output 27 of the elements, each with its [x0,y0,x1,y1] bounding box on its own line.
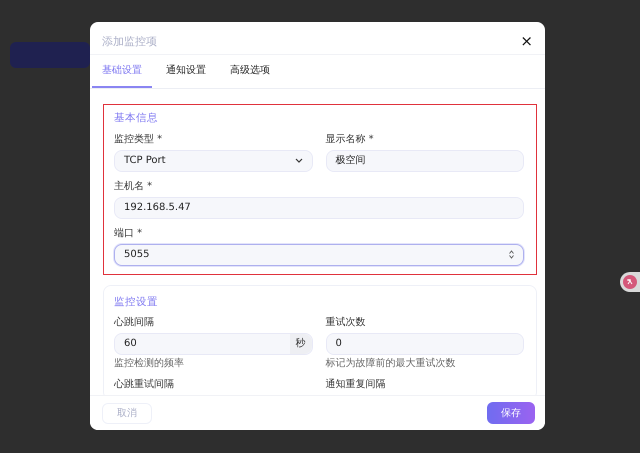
input-field[interactable]: 192.168.5.47 [114,196,524,219]
section-title: 基本信息 [114,112,159,125]
field-label: 主机名 * [114,180,152,193]
chevron-down-icon [294,158,302,164]
tab[interactable]: 高级选项 [220,55,280,88]
field-label: 重试次数 [326,317,366,330]
input-field[interactable]: 极空间 [326,150,524,172]
hint-text: 监控检测的频率 [114,358,184,370]
number-field[interactable]: 5055 [114,244,524,266]
input-field[interactable]: 60 秒 [114,333,312,356]
section-title: 监控设置 [114,296,159,308]
field-label: 显示名称 * [326,134,374,146]
tab[interactable]: 通知设置 [156,55,216,88]
input-field[interactable]: 0 [326,333,524,356]
spinner-icon[interactable] [509,250,514,260]
field-label: 监控类型 * [114,134,162,146]
close-button[interactable]: × [520,34,533,48]
type-select[interactable]: TCP Port [114,150,312,172]
tab[interactable]: 基础设置 [92,55,152,88]
field-label: 通知重复间隔 [326,379,386,392]
field-label: 端口 * [114,228,142,240]
save-button[interactable]: 保存 [487,402,535,424]
dialog-title: 添加监控项 [102,34,157,48]
translate-icon [623,275,637,289]
hint-text: 标记为故障前的最大重试次数 [326,358,456,370]
field-label: 心跳间隔 [114,317,154,330]
field-label: 心跳重试间隔 [114,379,174,392]
